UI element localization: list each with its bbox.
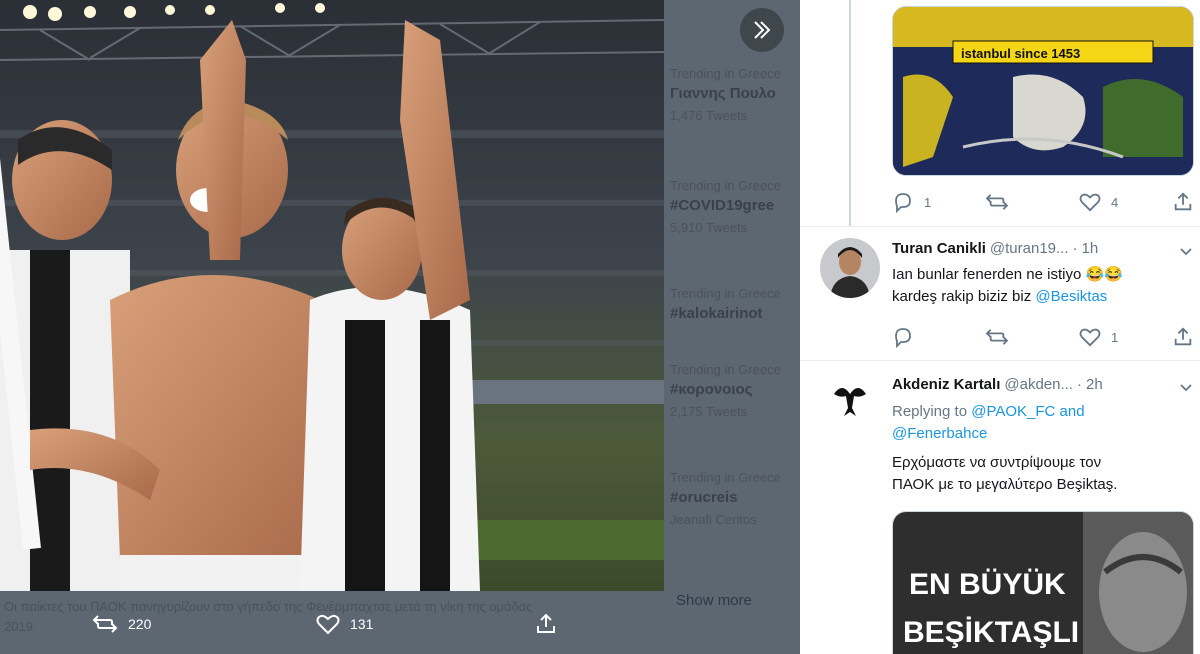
tweet-time[interactable]: 2h [1086,376,1103,393]
tweet-divider [800,226,1200,227]
chevron-down-icon[interactable] [1178,379,1194,395]
user-name[interactable]: Akdeniz Kartalı [892,376,1000,393]
mention-link[interactable]: @Besiktas [1035,288,1107,305]
fan-banner-image: istanbul since 1453 [893,7,1193,175]
expand-button[interactable] [740,8,784,52]
trend-context: Trending in Greece [670,470,781,485]
tweet-time[interactable]: 1h [1082,240,1099,257]
tweet-header: Turan Canikli @turan19... · 1h [892,240,1192,262]
banner-text: istanbul since 1453 [961,46,1080,61]
tweet-text-fragment: kardeş rakip biziz biz [892,288,1036,305]
thread-connector-line [849,0,851,226]
replying-to: Replying to @PAOK_FC and @Fenerbahce [892,401,1192,445]
trend-count: 1,476 Tweets [670,108,748,123]
like-button[interactable]: 1 [1079,324,1118,350]
retweet-icon [985,329,1009,345]
tweet-divider [800,360,1200,361]
trend-tag: #κορονοιος [670,381,753,398]
reply-button[interactable] [892,324,924,350]
media-retweet-button[interactable]: 220 [92,608,151,640]
separator-dot: · [1072,240,1078,257]
poster-image: EN BÜYÜK BEŞİKTAŞLI [893,512,1193,654]
replying-to-label: Replying to [892,403,972,420]
share-button[interactable] [1172,189,1194,215]
tweet-text-line: ΠΑΟΚ με το μεγαλύτερο Beşiktaş. [892,476,1118,493]
trend-context: Trending in Greece [670,66,781,81]
like-count: 1 [1111,329,1119,345]
football-players-photo [0,0,664,591]
user-name[interactable]: Turan Canikli [892,240,986,257]
trend-context: Trending in Greece [670,178,781,193]
mention-link[interactable]: @Fenerbahce [892,423,1192,445]
media-action-bar: 220 131 [80,608,600,640]
user-handle[interactable]: @turan19... [990,240,1069,257]
media-share-button[interactable] [534,608,558,640]
like-button[interactable]: 4 [1079,189,1118,215]
retweet-count: 220 [128,616,152,632]
poster-text-line: EN BÜYÜK [909,568,1066,601]
trend-count: 5,910 Tweets [670,220,748,235]
tweet-action-bar: 1 [892,324,1198,350]
user-handle[interactable]: @akden... [1004,376,1073,393]
tweet-image[interactable]: EN BÜYÜK BEŞİKTAŞLI [892,511,1194,654]
heart-icon [316,614,340,635]
retweet-icon [985,194,1009,210]
like-count: 131 [350,616,374,632]
reply-count: 1 [924,194,932,210]
share-button[interactable] [1172,324,1194,350]
reply-icon [895,328,911,348]
trend-context: Trending in Greece [670,286,781,301]
avatar[interactable] [820,238,880,298]
poster-text-line: BEŞİKTAŞLI [903,616,1079,649]
trend-count: 2,175 Tweets [670,404,748,419]
retweet-icon [92,615,118,633]
heart-icon [1079,328,1101,347]
trend-context: Trending in Greece [670,362,781,377]
tweet-text: Ερχόμαστε να συντρίψουμε τον ΠΑΟΚ με το … [892,452,1192,496]
media-like-button[interactable]: 131 [316,608,373,640]
share-icon [537,613,555,633]
tweet-header: Akdeniz Kartalı @akden... · 2h [892,376,1192,398]
separator-dot: · [1076,376,1082,393]
tweet-text-line: kardeş rakip biziz biz @Besiktas [892,286,1192,308]
trend-tag: #COVID19gree [670,197,775,214]
retweet-button[interactable] [985,189,1019,215]
tweet-photo[interactable] [0,0,664,591]
trend-item: Trending in Greece #orucreis Jeanafi Cer… [670,470,800,527]
avatar[interactable] [820,372,880,432]
chevron-down-icon[interactable] [1178,243,1194,259]
like-count: 4 [1111,194,1119,210]
share-icon [1174,327,1192,346]
tweet-text-line: Ερχόμαστε να συντρίψουμε τον [892,454,1102,471]
trend-item: Trending in Greece #κορονοιος 2,175 Twee… [670,362,800,419]
tweet-action-bar: 1 4 [892,189,1198,215]
chevron-double-right-icon [754,21,771,39]
trend-tag: #kalokairinot [670,305,763,322]
tweet-media-viewer: Trending in Greece Γιαννης Πουλο 1,476 T… [0,0,1200,654]
tweet-image[interactable]: istanbul since 1453 [892,6,1194,176]
reply-button[interactable]: 1 [892,189,931,215]
show-more-link[interactable]: Show more [676,592,752,609]
share-icon [1174,192,1192,211]
trend-count: Jeanafi Ceritos [670,512,757,527]
trend-tag: Γιαννης Πουλο [670,85,776,102]
trend-item: Trending in Greece #COVID19gree 5,910 Tw… [670,178,800,235]
trend-tag: #orucreis [670,489,738,506]
replies-panel: istanbul since 1453 1 4 Turan Canikli @t… [800,0,1200,654]
trend-item: Trending in Greece Γιαννης Πουλο 1,476 T… [670,66,800,123]
eagle-avatar-image [820,372,880,432]
retweet-button[interactable] [985,324,1019,350]
mention-link[interactable]: @PAOK_FC and [971,403,1084,420]
tweet-text: Ian bunlar fenerden ne istiyo 😂😂 kardeş … [892,264,1192,308]
tweet-text-line: Ian bunlar fenerden ne istiyo 😂😂 [892,266,1123,283]
replying-to-line: Replying to @PAOK_FC and [892,401,1192,423]
reply-icon [895,193,911,213]
trends-panel-background: Trending in Greece Γιαννης Πουλο 1,476 T… [664,0,800,654]
user-avatar-image [820,238,880,298]
trend-item: Trending in Greece #kalokairinot [670,286,800,328]
heart-icon [1079,193,1101,212]
